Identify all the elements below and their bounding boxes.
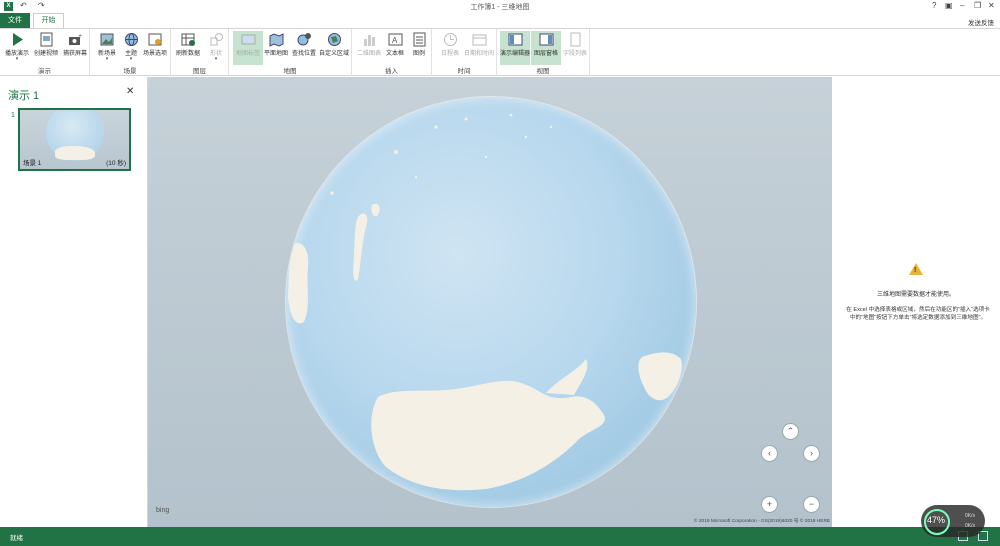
tour-editor-icon bbox=[508, 32, 523, 47]
timeline-button[interactable]: 日程表 bbox=[435, 31, 465, 65]
thumbnail-land bbox=[55, 146, 95, 160]
group-label-time: 时间 bbox=[457, 68, 471, 75]
scene-label: 场景 1 bbox=[23, 160, 42, 167]
chart-2d-icon bbox=[362, 32, 377, 47]
ribbon-group-layer: 刷新数据 形状 ▾ 图层 bbox=[171, 29, 229, 76]
shapes-button[interactable]: 形状 ▾ bbox=[201, 31, 231, 65]
message-body: 在 Excel 中选择表格或区域，然后在功能区的“插入”选项卡中的“地图”按钮下… bbox=[846, 307, 990, 322]
field-list-button[interactable]: 字段列表 bbox=[560, 31, 590, 65]
title-bar: X ↶ ↷ 工作簿1 - 三维地图 ? ▣ – ❐ ✕ bbox=[0, 0, 1000, 13]
group-label-insert: 插入 bbox=[385, 68, 398, 75]
shapes-icon bbox=[209, 32, 224, 47]
theme-globe-icon bbox=[124, 32, 139, 47]
help-icon[interactable]: ? bbox=[932, 1, 936, 10]
map-labels-button[interactable]: 地图标签 bbox=[233, 31, 263, 65]
scene-number: 1 bbox=[11, 112, 15, 119]
create-video-button[interactable]: 创建视频 bbox=[31, 31, 61, 65]
tour-editor-pane: 演示 1 ✕ 1 场景 1 (10 秒) bbox=[0, 77, 148, 527]
globe[interactable] bbox=[286, 97, 696, 507]
ribbon-group-map: 地图标签 平面地图 查找位置 自定义区域 地图 bbox=[229, 29, 352, 76]
restore-ribbon-icon[interactable]: ▣ bbox=[945, 1, 953, 10]
message-title: 三维地图需要数据才能使用。 bbox=[876, 292, 955, 298]
ribbon-group-tour: 播放演示 ▾ 创建视频 + 捕获屏幕 演示 bbox=[0, 29, 90, 76]
field-list-icon bbox=[568, 32, 583, 47]
layer-pane-icon bbox=[539, 32, 554, 47]
ribbon-group-time: 日程表 日期和时间 时间 bbox=[432, 29, 497, 76]
group-label-scene: 场景 bbox=[123, 68, 137, 75]
group-label-tour: 演示 bbox=[38, 68, 51, 75]
capture-screen-button[interactable]: + 捕获屏幕 bbox=[60, 31, 90, 65]
layer-pane: ! 三维地图需要数据才能使用。 在 Excel 中选择表格或区域，然后在功能区的… bbox=[832, 77, 1000, 527]
zoom-out-icon[interactable]: − bbox=[803, 496, 820, 513]
status-text: 就绪 bbox=[10, 535, 23, 542]
refresh-data-button[interactable]: 刷新数据 bbox=[173, 31, 203, 65]
zoom-in-icon[interactable]: + bbox=[761, 496, 778, 513]
date-time-button[interactable]: 日期和时间 bbox=[464, 31, 494, 65]
map-labels-icon bbox=[241, 32, 256, 47]
find-location-button[interactable]: 查找位置 bbox=[289, 31, 319, 65]
ribbon-tabs: 文件 开始 发送反馈 bbox=[0, 13, 1000, 28]
map-copyright: © 2019 Microsoft Corporation - GS(2019)6… bbox=[694, 519, 831, 524]
flat-map-button[interactable]: 平面地图 bbox=[261, 31, 291, 65]
legend-icon bbox=[412, 32, 427, 47]
upload-speed: 0K/s bbox=[965, 513, 976, 519]
send-feedback-link[interactable]: 发送反馈 bbox=[968, 17, 994, 27]
tour-editor-button[interactable]: 演示编辑器 bbox=[500, 31, 530, 65]
rotate-left-icon[interactable]: ‹ bbox=[761, 445, 778, 462]
scene-options-button[interactable]: 场景选项 bbox=[140, 31, 170, 65]
scene-options-icon bbox=[148, 32, 163, 47]
custom-regions-button[interactable]: 自定义区域 bbox=[319, 31, 349, 65]
textbox-icon: A bbox=[388, 32, 403, 47]
ribbon-group-scene: 新场景 ▾ 主题 ▾ 场景选项 场景 bbox=[90, 29, 171, 76]
flat-map-icon bbox=[269, 32, 284, 47]
play-icon bbox=[10, 32, 25, 47]
play-tour-button[interactable]: 播放演示 ▾ bbox=[2, 31, 32, 65]
ribbon-group-insert: 二维图表 A 文本框 图例 插入 bbox=[352, 29, 432, 76]
scene-duration: (10 秒) bbox=[106, 160, 126, 167]
window-title: 工作簿1 - 三维地图 bbox=[470, 4, 530, 11]
layer-pane-button[interactable]: 图层窗格 bbox=[531, 31, 561, 65]
video-icon bbox=[39, 32, 54, 47]
timeline-icon bbox=[443, 32, 458, 47]
find-location-icon bbox=[297, 32, 312, 47]
group-label-map: 地图 bbox=[283, 68, 297, 75]
ribbon-group-view: 演示编辑器 图层窗格 字段列表 视图 bbox=[497, 29, 590, 76]
usage-percent: 47% bbox=[927, 515, 946, 525]
camera-icon: + bbox=[68, 32, 83, 47]
svg-text:A: A bbox=[392, 36, 398, 45]
custom-region-icon bbox=[327, 32, 342, 47]
globe-landmasses bbox=[288, 113, 682, 491]
refresh-data-icon bbox=[181, 32, 196, 47]
close-icon[interactable]: ✕ bbox=[988, 1, 995, 10]
ribbon: 播放演示▾ 创建视频 + 捕获屏幕 演示 新场景▾ 主题▾ 场景选项 场景 bbox=[0, 28, 1000, 76]
performance-widget: 47% 0K/s 0K/s bbox=[921, 505, 985, 537]
map-view[interactable]: bing © 2019 Microsoft Corporation - GS(2… bbox=[148, 77, 832, 527]
tab-home[interactable]: 开始 bbox=[33, 13, 64, 28]
maximize-icon[interactable]: ❐ bbox=[974, 1, 981, 10]
datetime-icon bbox=[472, 32, 487, 47]
bing-logo: bing bbox=[156, 507, 170, 514]
status-bar: 就绪 bbox=[0, 527, 1000, 546]
tilt-up-icon[interactable]: ⌃ bbox=[782, 423, 799, 440]
svg-text:+: + bbox=[78, 33, 82, 40]
group-label-layer: 图层 bbox=[193, 68, 206, 75]
tab-file[interactable]: 文件 bbox=[0, 13, 30, 28]
tour-title: 演示 1 bbox=[8, 90, 40, 102]
group-label-view: 视图 bbox=[536, 68, 550, 75]
legend-button[interactable]: 图例 bbox=[404, 31, 434, 65]
close-pane-icon[interactable]: ✕ bbox=[126, 86, 134, 97]
new-scene-icon bbox=[100, 32, 115, 47]
scene-thumbnail[interactable]: 场景 1 (10 秒) bbox=[18, 108, 131, 171]
download-speed: 0K/s bbox=[965, 523, 976, 529]
rotate-right-icon[interactable]: › bbox=[803, 445, 820, 462]
minimize-icon[interactable]: – bbox=[960, 1, 964, 10]
